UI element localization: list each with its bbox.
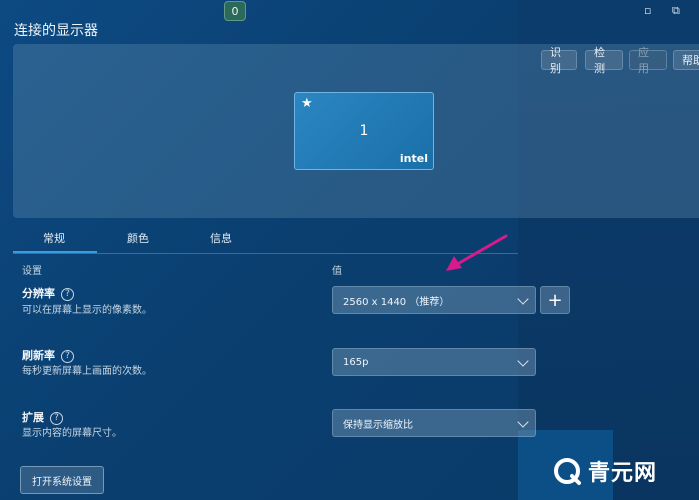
- column-header-setting: 设置: [22, 266, 42, 277]
- restore-icon[interactable]: ⧉: [672, 4, 680, 18]
- setting-title-resolution: 分辨率?: [22, 285, 74, 301]
- notification-badge[interactable]: 0: [224, 1, 246, 21]
- help-button[interactable]: 帮助: [673, 50, 699, 70]
- page-title: 连接的显示器: [14, 23, 98, 39]
- refresh-rate-value: 165p: [343, 356, 369, 368]
- tab-general[interactable]: 常规: [43, 230, 65, 246]
- tab-color[interactable]: 颜色: [127, 230, 149, 246]
- monitor-number: 1: [359, 123, 369, 139]
- refresh-rate-dropdown[interactable]: 165p: [332, 348, 536, 376]
- setting-title-scaling: 扩展?: [22, 409, 63, 425]
- scaling-dropdown[interactable]: 保持显示缩放比: [332, 409, 536, 437]
- apply-button[interactable]: 应用: [629, 46, 667, 75]
- tab-info[interactable]: 信息: [210, 230, 232, 246]
- help-icon[interactable]: ?: [61, 287, 74, 301]
- help-icon[interactable]: ?: [50, 411, 63, 425]
- setting-desc-scaling: 显示内容的屏幕尺寸。: [22, 428, 122, 439]
- watermark: 青元网: [552, 454, 657, 488]
- chevron-down-icon: [517, 355, 529, 367]
- monitor-1-tile[interactable]: ★ 1 intel: [294, 92, 434, 170]
- annotation-arrow-icon: [446, 234, 508, 271]
- add-resolution-button[interactable]: +: [540, 286, 570, 314]
- setting-title-label: 刷新率: [22, 349, 55, 362]
- intel-logo: intel: [399, 152, 428, 165]
- setting-desc-refresh-rate: 每秒更新屏幕上画面的次数。: [22, 366, 152, 377]
- setting-title-refresh-rate: 刷新率?: [22, 347, 74, 363]
- chevron-down-icon: [517, 293, 529, 305]
- open-system-settings-button[interactable]: 打开系统设置: [20, 466, 104, 494]
- column-header-value: 值: [332, 266, 342, 277]
- help-icon[interactable]: ?: [61, 349, 74, 363]
- minimize-icon[interactable]: ▫: [644, 4, 651, 17]
- setting-desc-resolution: 可以在屏幕上显示的像素数。: [22, 305, 152, 316]
- watermark-logo-icon: [554, 458, 581, 485]
- primary-star-icon: ★: [301, 96, 313, 111]
- setting-title-label: 扩展: [22, 411, 44, 424]
- identify-button[interactable]: 识别: [541, 46, 577, 75]
- detect-button[interactable]: 检测: [585, 46, 623, 75]
- resolution-value: 2560 x 1440 （推荐）: [343, 296, 450, 308]
- scaling-value: 保持显示缩放比: [343, 419, 413, 431]
- watermark-text: 青元网: [588, 461, 658, 486]
- setting-title-label: 分辨率: [22, 287, 55, 300]
- resolution-dropdown[interactable]: 2560 x 1440 （推荐）: [332, 286, 536, 314]
- chevron-down-icon: [517, 416, 529, 428]
